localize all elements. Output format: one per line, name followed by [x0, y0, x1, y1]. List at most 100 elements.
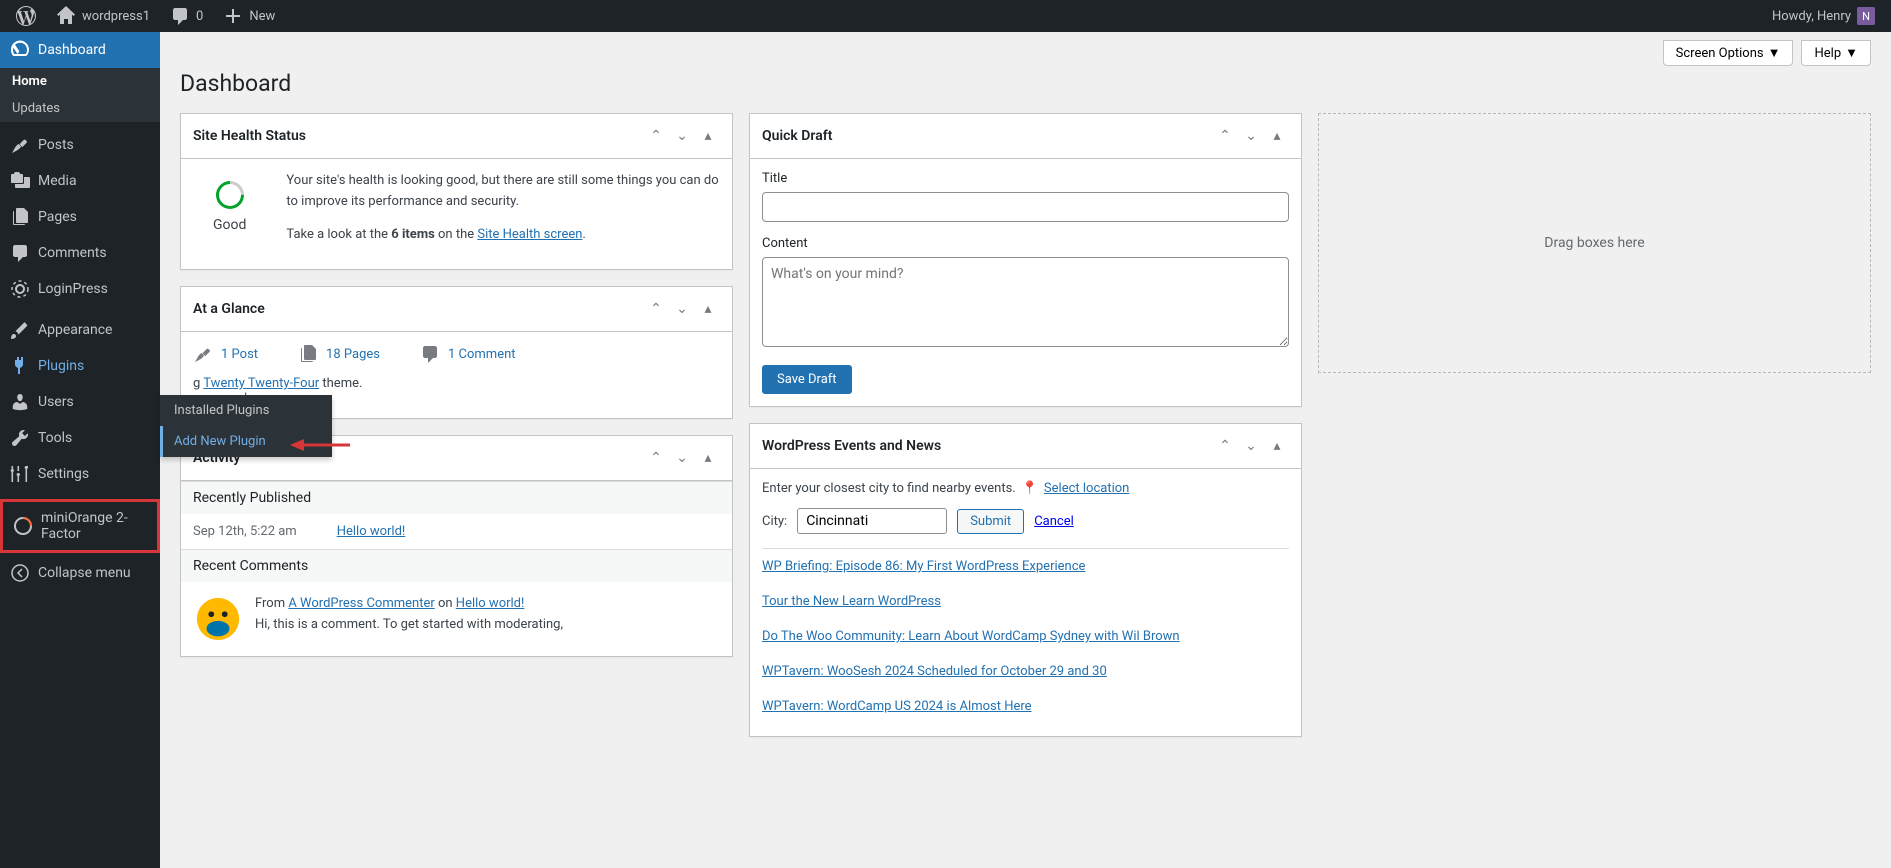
chevron-down-icon: ▼ — [1845, 45, 1858, 61]
comments-icon — [10, 243, 30, 263]
news-link[interactable]: WPTavern: WordCamp US 2024 is Almost Her… — [762, 699, 1032, 714]
help-button[interactable]: Help ▼ — [1801, 40, 1871, 66]
site-name-link[interactable]: wordpress1 — [48, 0, 158, 32]
draft-content-label: Content — [762, 236, 1289, 251]
glance-pages[interactable]: 18 Pages — [298, 344, 380, 364]
draft-title-label: Title — [762, 171, 1289, 186]
miniorange-icon — [13, 516, 33, 536]
menu-tools[interactable]: Tools — [0, 420, 160, 456]
admin-sidebar: Dashboard Home Updates Posts Media Pages… — [0, 32, 160, 868]
users-icon — [10, 392, 30, 412]
site-health-title: Site Health Status — [193, 128, 306, 144]
wordpress-icon — [16, 6, 36, 26]
move-down-icon[interactable]: ⌄ — [1239, 434, 1263, 458]
menu-settings-label: Settings — [38, 466, 89, 482]
theme-link[interactable]: Twenty Twenty-Four — [203, 376, 319, 391]
new-content-link[interactable]: New — [215, 0, 283, 32]
menu-plugins-label: Plugins — [38, 358, 84, 374]
health-circle-icon — [210, 175, 250, 215]
select-location-link[interactable]: Select location — [1044, 481, 1129, 496]
glance-title: At a Glance — [193, 301, 265, 317]
site-name-text: wordpress1 — [82, 9, 150, 24]
move-down-icon[interactable]: ⌄ — [670, 124, 694, 148]
toggle-icon[interactable]: ▴ — [696, 297, 720, 321]
comment-row: From A WordPress Commenter on Hello worl… — [181, 582, 732, 656]
toggle-icon[interactable]: ▴ — [1265, 434, 1289, 458]
page-icon — [10, 207, 30, 227]
screen-options-button[interactable]: Screen Options ▼ — [1663, 40, 1794, 66]
menu-appearance[interactable]: Appearance — [0, 312, 160, 348]
move-down-icon[interactable]: ⌄ — [670, 446, 694, 470]
news-link[interactable]: Do The Woo Community: Learn About WordCa… — [762, 629, 1180, 644]
health-status: Good — [213, 217, 246, 233]
site-health-link[interactable]: Site Health screen — [477, 227, 582, 242]
move-up-icon[interactable]: ⌃ — [644, 297, 668, 321]
menu-comments[interactable]: Comments — [0, 235, 160, 271]
menu-appearance-label: Appearance — [38, 322, 112, 338]
move-up-icon[interactable]: ⌃ — [644, 446, 668, 470]
page-title: Dashboard — [180, 70, 1871, 97]
submenu-updates[interactable]: Updates — [0, 95, 160, 122]
submenu-home[interactable]: Home — [0, 68, 160, 95]
health-desc-2: Take a look at the 6 items on the Site H… — [286, 225, 720, 246]
glance-comments[interactable]: 1 Comment — [420, 344, 516, 364]
menu-loginpress-label: LoginPress — [38, 281, 108, 297]
comment-author-link[interactable]: A WordPress Commenter — [288, 596, 434, 611]
city-input[interactable] — [797, 508, 947, 534]
menu-collapse[interactable]: Collapse menu — [0, 555, 160, 591]
move-up-icon[interactable]: ⌃ — [1213, 434, 1237, 458]
news-link[interactable]: Tour the New Learn WordPress — [762, 594, 941, 609]
menu-plugins[interactable]: Plugins — [0, 348, 160, 384]
menu-users[interactable]: Users — [0, 384, 160, 420]
flyout-installed-plugins[interactable]: Installed Plugins — [160, 395, 332, 426]
draft-content-textarea[interactable] — [762, 257, 1289, 347]
menu-loginpress[interactable]: LoginPress — [0, 271, 160, 307]
comments-link[interactable]: 0 — [162, 0, 211, 32]
menu-settings[interactable]: Settings — [0, 456, 160, 492]
plugin-icon — [10, 356, 30, 376]
pin-icon — [193, 344, 213, 364]
avatar: N — [1857, 7, 1875, 25]
wp-logo[interactable] — [8, 0, 44, 32]
submit-button[interactable]: Submit — [957, 509, 1024, 534]
health-desc-1: Your site's health is looking good, but … — [286, 171, 720, 213]
toggle-icon[interactable]: ▴ — [1265, 124, 1289, 148]
move-down-icon[interactable]: ⌄ — [670, 297, 694, 321]
location-icon: 📍 — [1022, 481, 1038, 496]
news-link[interactable]: WPTavern: WooSesh 2024 Scheduled for Oct… — [762, 664, 1107, 679]
dropzone-text: Drag boxes here — [1544, 235, 1644, 251]
plus-icon — [223, 6, 243, 26]
save-draft-button[interactable]: Save Draft — [762, 365, 852, 394]
news-link[interactable]: WP Briefing: Episode 86: My First WordPr… — [762, 559, 1085, 574]
plugins-flyout: Installed Plugins Add New Plugin — [160, 395, 332, 457]
cancel-link[interactable]: Cancel — [1034, 514, 1074, 529]
recently-published-header: Recently Published — [181, 481, 732, 514]
menu-dashboard[interactable]: Dashboard — [0, 32, 160, 68]
dropzone[interactable]: Drag boxes here — [1318, 113, 1871, 373]
activity-post-link[interactable]: Hello world! — [337, 524, 406, 539]
flyout-add-new-plugin[interactable]: Add New Plugin — [160, 426, 332, 457]
move-down-icon[interactable]: ⌄ — [1239, 124, 1263, 148]
move-up-icon[interactable]: ⌃ — [644, 124, 668, 148]
menu-pages[interactable]: Pages — [0, 199, 160, 235]
toggle-icon[interactable]: ▴ — [696, 446, 720, 470]
activity-date: Sep 12th, 5:22 am — [193, 524, 297, 539]
admin-bar: wordpress1 0 New Howdy, Henry N — [0, 0, 1891, 32]
news-list: WP Briefing: Episode 86: My First WordPr… — [762, 548, 1289, 724]
menu-miniorange[interactable]: miniOrange 2-Factor — [0, 499, 160, 553]
draft-title-input[interactable] — [762, 192, 1289, 222]
collapse-icon — [10, 563, 30, 583]
menu-miniorange-label: miniOrange 2-Factor — [41, 510, 147, 542]
toggle-icon[interactable]: ▴ — [696, 124, 720, 148]
enter-city-text: Enter your closest city to find nearby e… — [762, 481, 1016, 496]
site-health-box: Site Health Status ⌃ ⌄ ▴ Good Your site'… — [180, 113, 733, 270]
events-title: WordPress Events and News — [762, 438, 941, 454]
comment-post-link[interactable]: Hello world! — [456, 596, 525, 611]
move-up-icon[interactable]: ⌃ — [1213, 124, 1237, 148]
menu-posts[interactable]: Posts — [0, 127, 160, 163]
comment-icon — [420, 344, 440, 364]
menu-media[interactable]: Media — [0, 163, 160, 199]
howdy-link[interactable]: Howdy, Henry N — [1764, 0, 1883, 32]
menu-tools-label: Tools — [38, 430, 72, 446]
glance-posts[interactable]: 1 Post — [193, 344, 258, 364]
